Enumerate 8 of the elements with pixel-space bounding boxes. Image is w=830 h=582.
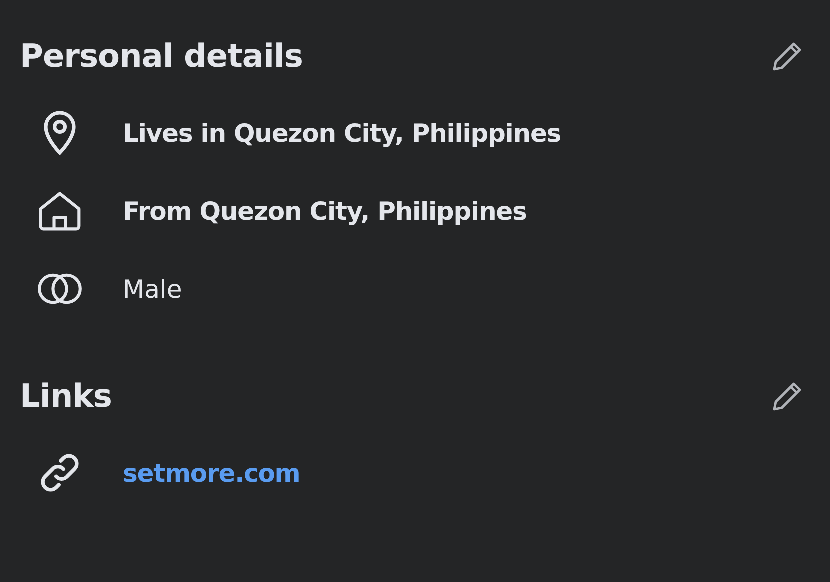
rings-icon — [36, 272, 84, 306]
detail-text: Lives in Quezon City, Philippines — [123, 118, 562, 148]
section-title: Links — [20, 377, 112, 415]
detail-text: From Quezon City, Philippines — [123, 196, 527, 226]
link-icon — [38, 451, 82, 495]
detail-text: Male — [123, 274, 182, 304]
section-title: Personal details — [20, 37, 303, 75]
website-link[interactable]: setmore.com — [123, 458, 300, 488]
